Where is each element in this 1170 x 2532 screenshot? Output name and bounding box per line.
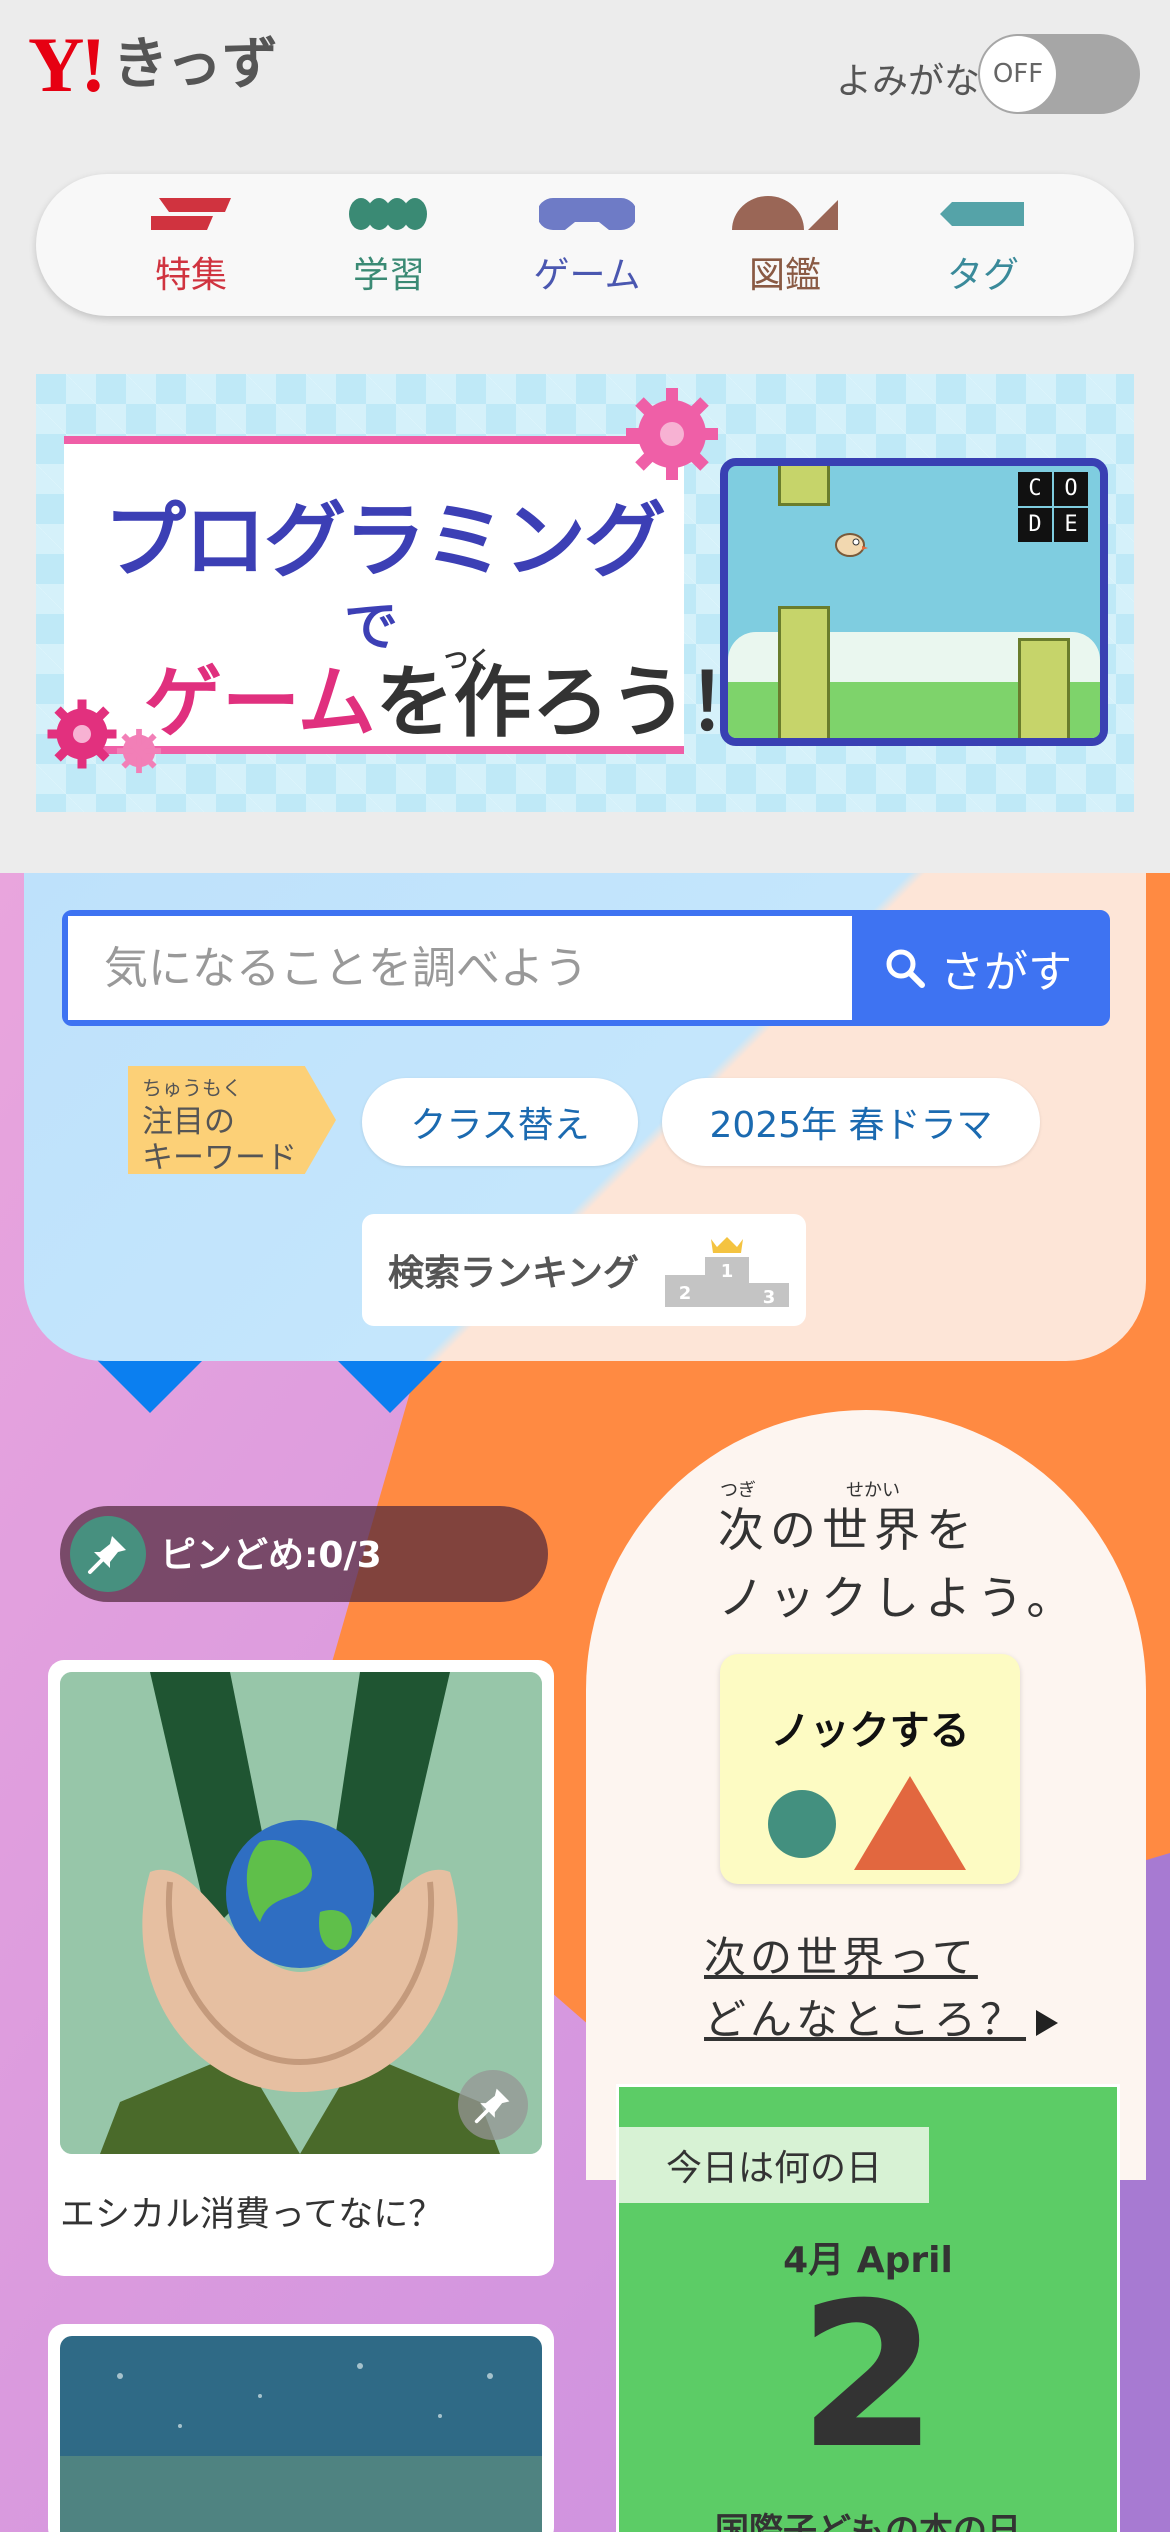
feature-icon bbox=[151, 198, 231, 230]
knock-button[interactable]: ノックする bbox=[720, 1654, 1020, 1884]
podium-first: 1 bbox=[721, 1261, 734, 1282]
code-letter: D bbox=[1018, 508, 1052, 542]
search-ranking-button[interactable]: 検索ランキング 1 2 3 bbox=[362, 1214, 806, 1326]
programming-banner[interactable]: プログラミング で つく ゲームを作ろう！ C O D E bbox=[36, 374, 1134, 812]
nav-label: ゲーム bbox=[533, 255, 641, 296]
banner-text-card: プログラミング で つく ゲームを作ろう！ bbox=[64, 436, 766, 754]
nav-label: 図鑑 bbox=[748, 255, 821, 296]
encyclopedia-icon bbox=[732, 196, 838, 230]
podium-second: 2 bbox=[679, 1283, 692, 1304]
banner-game-word: ゲーム bbox=[144, 658, 376, 748]
logo-text: きっず bbox=[112, 32, 279, 97]
card-title: エシカル消費ってなに？ bbox=[60, 2195, 444, 2235]
nav-label: タグ bbox=[946, 255, 1019, 296]
podium-third: 3 bbox=[763, 1287, 776, 1307]
pipe-top bbox=[778, 466, 830, 506]
knock-heading-line2: ノックしよう。 bbox=[718, 1571, 1079, 1625]
today-day: 2 bbox=[798, 2260, 938, 2493]
pipe-bottom bbox=[1018, 638, 1070, 738]
yomigana-toggle[interactable]: OFF bbox=[978, 34, 1140, 114]
gear-icon bbox=[626, 388, 718, 480]
logo-mark: Y! bbox=[28, 21, 106, 108]
code-letter: E bbox=[1054, 508, 1088, 542]
today-card[interactable]: 今日は何の日 4月 April 2 国際子どもの本の日 bbox=[616, 2084, 1120, 2532]
pin-count-label: ピンどめ:0/3 bbox=[160, 1535, 382, 1576]
banner-make-word: を作ろう！ bbox=[375, 658, 766, 748]
yahoo-kids-logo[interactable]: Y! きっず bbox=[28, 26, 279, 104]
ocean-image bbox=[60, 2336, 542, 2532]
podium-icon: 1 2 3 bbox=[664, 1237, 789, 1307]
pin-icon bbox=[70, 1516, 146, 1592]
next-world-link[interactable]: 次の世界って bbox=[704, 1924, 978, 1985]
next-world-link[interactable]: どんなところ？ bbox=[704, 1986, 1060, 2047]
yomigana-label: よみがな bbox=[835, 61, 980, 102]
tag-icon bbox=[940, 202, 1024, 226]
article-card[interactable]: エシカル消費ってなに？ bbox=[48, 1660, 554, 2276]
keyword-chip[interactable]: 2025年 春ドラマ bbox=[662, 1078, 1040, 1166]
gear-icon bbox=[47, 699, 117, 769]
game-preview: C O D E bbox=[720, 458, 1108, 746]
pipe-bottom bbox=[778, 606, 830, 738]
next-world-link-text: どんなところ？ bbox=[704, 1995, 1027, 2044]
gear-icon bbox=[116, 728, 162, 774]
nav-item-encyclopedia[interactable]: 図鑑 bbox=[710, 196, 860, 298]
pin-button[interactable] bbox=[458, 2070, 528, 2140]
nav-item-feature[interactable]: 特集 bbox=[116, 196, 266, 298]
article-card[interactable] bbox=[48, 2324, 554, 2532]
search-input[interactable] bbox=[68, 916, 858, 1020]
bird-icon bbox=[835, 533, 868, 557]
shapes-icon bbox=[768, 1776, 966, 1870]
earth-hands-image bbox=[60, 1672, 542, 2154]
nav-item-study[interactable]: 学習 bbox=[314, 196, 464, 298]
today-event: 国際子どもの本の日 bbox=[715, 2511, 1021, 2532]
nav-item-game[interactable]: ゲーム bbox=[512, 196, 662, 298]
nav-label: 学習 bbox=[352, 255, 425, 296]
knock-heading-line1: 次の世界を bbox=[718, 1503, 978, 1557]
code-letter: C bbox=[1018, 472, 1052, 506]
play-arrow-icon bbox=[1036, 2009, 1059, 2036]
game-icon bbox=[537, 198, 637, 230]
search-form: さがす bbox=[62, 910, 1110, 1026]
today-label: 今日は何の日 bbox=[619, 2127, 929, 2203]
nav-label: 特集 bbox=[154, 255, 227, 296]
knock-button-label: ノックする bbox=[770, 1708, 970, 1754]
keyword-label-line2: キーワード bbox=[142, 1140, 297, 1176]
keyword-chip[interactable]: クラス替え bbox=[362, 1078, 638, 1166]
code-letter: O bbox=[1054, 472, 1088, 506]
search-icon bbox=[886, 949, 925, 988]
study-icon bbox=[349, 198, 427, 230]
banner-title-line1: プログラミング bbox=[104, 494, 666, 589]
banner-title-line3: ゲームを作ろう！ bbox=[144, 640, 766, 752]
pin-icon bbox=[474, 2088, 510, 2124]
toggle-state: OFF bbox=[980, 36, 1056, 112]
pin-counter[interactable]: ピンどめ:0/3 bbox=[60, 1506, 548, 1602]
nav-item-tag[interactable]: タグ bbox=[908, 196, 1058, 298]
ranking-label: 検索ランキング bbox=[388, 1253, 639, 1294]
category-nav: 特集 学習 ゲーム 図鑑 タグ bbox=[36, 174, 1134, 316]
search-button[interactable]: さがす bbox=[852, 916, 1104, 1020]
search-button-label: さがす bbox=[940, 947, 1072, 998]
